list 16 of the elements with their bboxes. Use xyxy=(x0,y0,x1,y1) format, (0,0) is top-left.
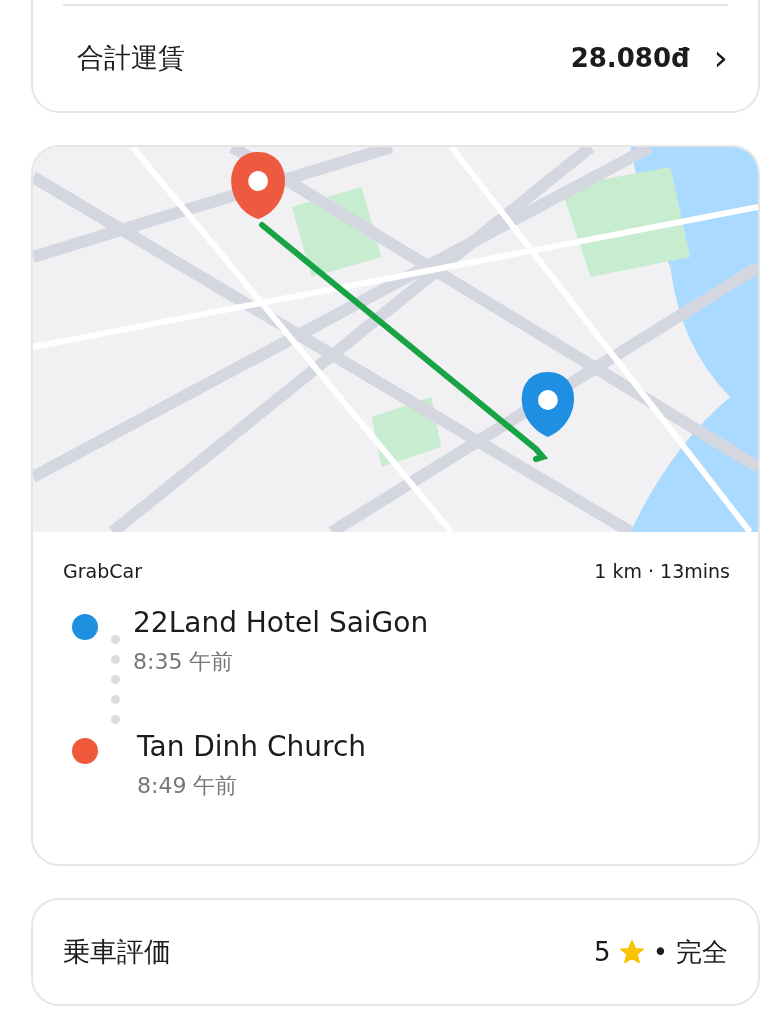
dotted-connector-icon xyxy=(111,635,120,724)
rating-result: 完全 xyxy=(676,935,728,969)
fare-card[interactable]: 合計運賃 28.080đ › xyxy=(31,0,760,113)
stop-name: 22Land Hotel SaiGon xyxy=(133,606,429,639)
stop-time: 8:35 午前 xyxy=(133,648,235,676)
stop-time: 8:49 午前 xyxy=(137,772,239,800)
trip-summary: 1 km · 13mins xyxy=(594,560,730,582)
star-icon xyxy=(618,939,645,965)
rating-label: 乗車評価 xyxy=(63,935,172,969)
stop-name: Tan Dinh Church xyxy=(137,730,367,763)
rating-value: 5 xyxy=(594,937,611,967)
separator-dot: • xyxy=(652,937,668,967)
fare-label: 合計運賃 xyxy=(77,41,186,75)
service-name: GrabCar xyxy=(63,560,142,582)
fare-amount: 28.080đ xyxy=(570,43,690,73)
chevron-icon: › xyxy=(713,40,728,76)
